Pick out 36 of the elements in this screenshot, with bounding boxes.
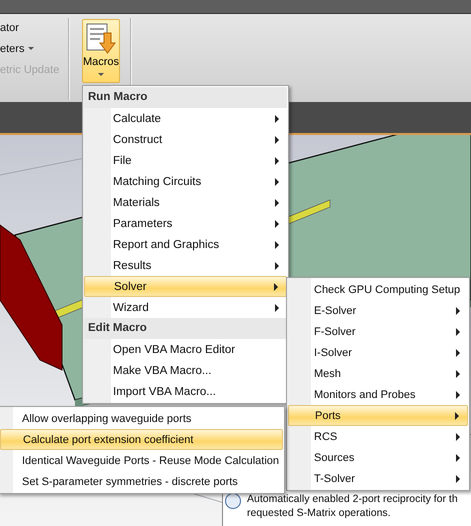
menu-item[interactable]: Sources (288, 447, 468, 468)
menu-header: Edit Macro (84, 318, 287, 339)
ribbon-command[interactable]: ator (0, 22, 19, 34)
menu-item[interactable]: Open VBA Macro Editor (84, 339, 287, 360)
info-icon (225, 493, 241, 510)
menu-item[interactable]: RCS (288, 426, 468, 447)
menu-item[interactable]: Ports (288, 405, 468, 426)
menu-item[interactable]: Allow overlapping waveguide ports (0, 408, 283, 429)
message-text: requested S-Matrix operations. (247, 506, 392, 520)
menu-item[interactable]: Construct (84, 129, 287, 150)
menu-item[interactable]: Results (84, 255, 287, 276)
menu-item[interactable]: Make VBA Macro... (84, 360, 287, 381)
menu-item[interactable]: Import VBA Macro... (84, 381, 287, 402)
menu-item[interactable]: File (84, 150, 287, 171)
menu-item[interactable]: Parameters (84, 213, 287, 234)
menu-item[interactable]: Materials (84, 192, 287, 213)
menu-item[interactable]: Wizard (84, 297, 287, 318)
menu-item[interactable]: Calculate (84, 108, 287, 129)
menu-item[interactable]: Monitors and Probes (288, 384, 468, 405)
menu-item[interactable]: E-Solver (288, 300, 468, 321)
ribbon-command[interactable]: eters (0, 42, 24, 55)
menu-item[interactable]: Check GPU Computing Setup (288, 279, 468, 300)
menu-item[interactable]: Mesh (288, 363, 468, 384)
menu-item[interactable]: T-Solver (288, 468, 468, 489)
macros-button[interactable]: Macros (82, 18, 120, 83)
menu-item[interactable]: Set S-parameter symmetries - discrete ports (0, 471, 283, 492)
document-arrow-icon (86, 22, 116, 55)
menu-item[interactable]: Solver (84, 276, 287, 297)
menu-item[interactable]: I-Solver (288, 342, 468, 363)
menu-header: Run Macro (84, 87, 287, 108)
menu-item[interactable]: Identical Waveguide Ports - Reuse Mode Calculation (0, 450, 283, 471)
menu-item[interactable]: Report and Graphics (84, 234, 287, 255)
message-text: Automatically enabled 2-port reciprocity for th (247, 492, 458, 506)
menu-item[interactable]: Calculate port extension coefficient (0, 429, 283, 450)
menu-item[interactable]: Matching Circuits (84, 171, 287, 192)
menu-item[interactable]: F-Solver (288, 321, 468, 342)
